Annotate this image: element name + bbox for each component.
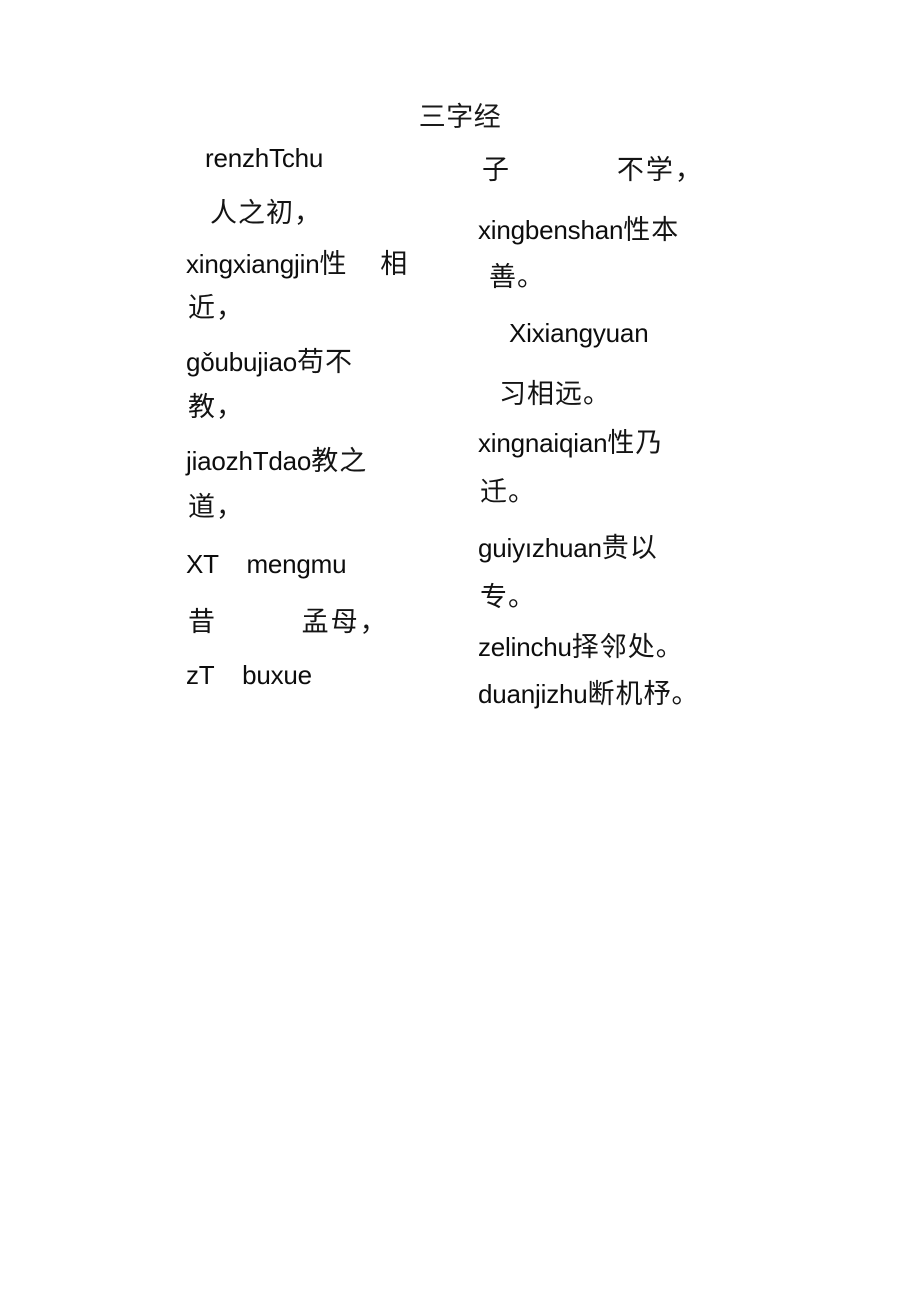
pinyin-run: renzhTchu <box>205 143 324 173</box>
pinyin-run: gǒubujiao <box>186 347 297 377</box>
document-page: 三字经 renzhTchu 人之初， xingxiangjin性 相近， gǒubuj… <box>0 0 920 1301</box>
pinyin-run: XT mengmu <box>186 549 347 579</box>
text-line: gǒubujiao苟不 <box>186 347 353 378</box>
hanzi-run: 断机杼。 <box>587 679 700 710</box>
pinyin-run: zT buxue <box>186 660 312 690</box>
hanzi-run: 道， <box>188 492 244 523</box>
pinyin-run: zelinchu <box>478 632 572 662</box>
hanzi-run: 昔 孟母， <box>188 607 389 638</box>
text-line: xingnaiqian性乃 <box>478 428 663 459</box>
text-line: zT buxue <box>186 660 312 690</box>
hanzi-run: 善。 <box>489 262 545 293</box>
text-line: guiyızhuan贵以 <box>478 533 658 564</box>
hanzi-run: 教之 <box>311 446 368 477</box>
hanzi-run: 教， <box>188 392 244 423</box>
pinyin-run: xingbenshan <box>478 215 624 245</box>
pinyin-run: xingxiangjin <box>186 249 320 279</box>
hanzi-run: 人之初， <box>210 198 322 229</box>
hanzi-run: 子 不学， <box>482 155 704 186</box>
text-line: 道， <box>188 492 244 523</box>
text-line: 教， <box>188 392 244 423</box>
hanzi-run: 迁。 <box>480 477 536 508</box>
hanzi-run: 近， <box>188 293 244 324</box>
pinyin-run: duanjizhu <box>478 679 588 709</box>
text-line: jiaozhTdao教之 <box>186 446 367 477</box>
hanzi-run: 性本 <box>623 215 680 246</box>
text-line: xingxiangjin性 相 <box>186 249 409 280</box>
text-line: Xixiangyuan <box>509 318 649 348</box>
text-line: 人之初， <box>210 198 322 229</box>
text-columns: renzhTchu 人之初， xingxiangjin性 相近， gǒubujiao苟… <box>0 0 920 1301</box>
hanzi-run: 苟不 <box>296 347 353 378</box>
text-line: 迁。 <box>480 477 536 508</box>
text-line: xingbenshan性本 <box>478 215 679 246</box>
text-line: 善。 <box>489 262 545 293</box>
text-line: 专。 <box>480 582 536 613</box>
text-line: 昔 孟母， <box>188 607 389 638</box>
text-line: 习相远。 <box>499 379 611 410</box>
hanzi-run: 性乃 <box>607 428 664 459</box>
text-line: duanjizhu断机杼。 <box>478 679 700 710</box>
pinyin-run: xingnaiqian <box>478 428 608 458</box>
hanzi-run: 习相远。 <box>499 379 611 410</box>
text-line: renzhTchu <box>205 143 323 173</box>
pinyin-run: guiyızhuan <box>478 533 602 563</box>
text-line: 近， <box>188 293 244 324</box>
hanzi-run: 择邻处。 <box>571 632 684 663</box>
hanzi-run: 性 相 <box>319 249 410 280</box>
hanzi-run: 专。 <box>480 582 536 613</box>
text-line: XT mengmu <box>186 549 347 579</box>
text-line: 子 不学， <box>482 155 704 186</box>
pinyin-run: Xixiangyuan <box>509 318 649 348</box>
hanzi-run: 贵以 <box>601 533 658 564</box>
pinyin-run: jiaozhTdao <box>186 446 312 476</box>
text-line: zelinchu择邻处。 <box>478 632 684 663</box>
